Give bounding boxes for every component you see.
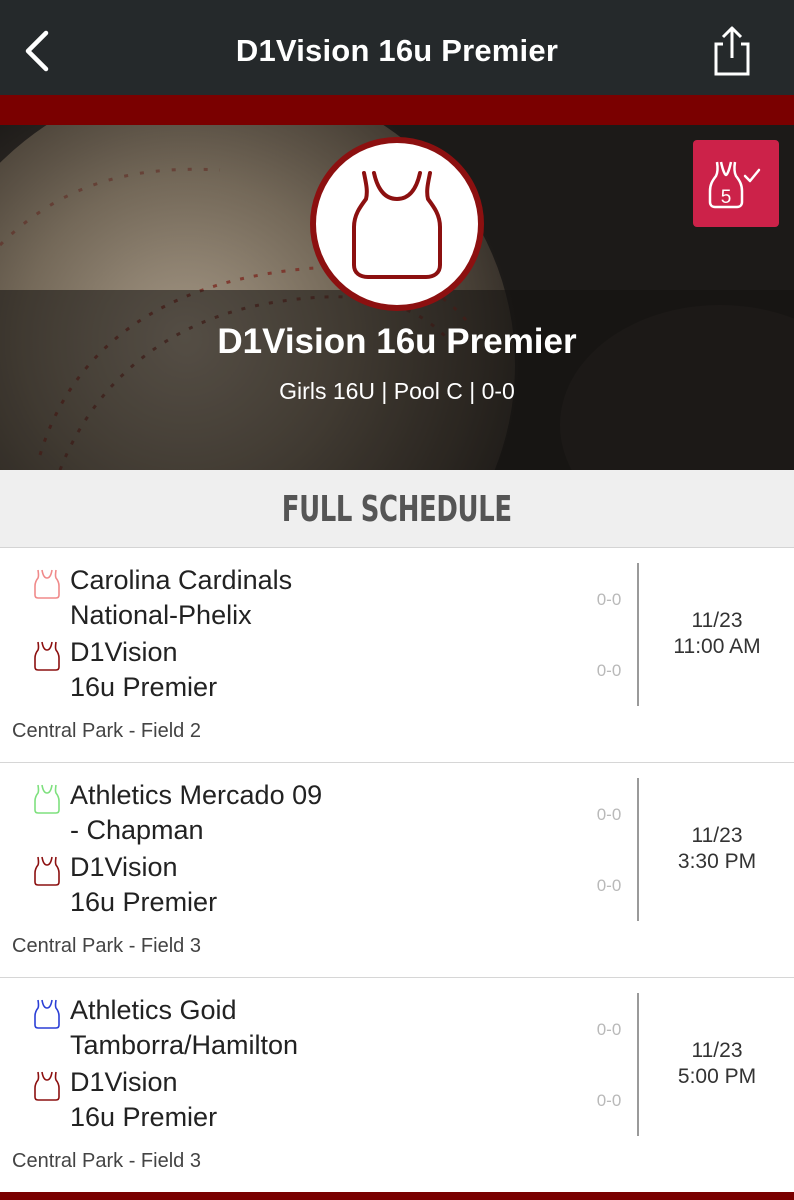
page-title: D1Vision 16u Premier [235, 33, 559, 68]
game-date: 11/23 [691, 609, 743, 632]
game-location: Central Park - Field 2 [12, 720, 201, 742]
team2-name-line2: 16u Premier [70, 887, 218, 917]
team1-score: 0-0 [596, 1020, 622, 1039]
team1-name-line1: Carolina Cardinals [70, 565, 293, 595]
schedule-header-label: FULL SCHEDULE [281, 489, 512, 530]
share-icon [714, 26, 750, 76]
game-divider [637, 778, 639, 921]
team2-jersey-icon [34, 1071, 60, 1101]
jersey-icon [352, 171, 442, 279]
game-location: Central Park - Field 3 [12, 935, 201, 957]
team-name: D1Vision 16u Premier [217, 322, 577, 361]
team2-score: 0-0 [596, 876, 622, 895]
team1-jersey-icon [34, 569, 60, 599]
team1-name-line1: Athletics Goid [70, 995, 237, 1025]
game-location: Central Park - Field 3 [12, 1150, 201, 1172]
team1-jersey-icon [34, 784, 60, 814]
game-date: 11/23 [691, 1039, 743, 1062]
game-date: 11/23 [691, 824, 743, 847]
game-row[interactable]: Carolina Cardinals National-Phelix D1Vis… [0, 548, 794, 763]
team1-name-line2: Tamborra/Hamilton [70, 1030, 299, 1060]
accent-bar [0, 95, 794, 125]
svg-text:5: 5 [721, 187, 732, 208]
jersey-five-check-icon: 5 [708, 161, 761, 209]
game-row[interactable]: Athletics Mercado 09 - Chapman D1Vision … [0, 763, 794, 978]
team2-jersey-icon [34, 856, 60, 886]
team1-score: 0-0 [596, 805, 622, 824]
team1-name-line2: National-Phelix [70, 600, 252, 630]
team1-name-line1: Athletics Mercado 09 [70, 780, 323, 810]
game-time: 11:00 AM [673, 635, 761, 658]
team1-score: 0-0 [596, 590, 622, 609]
team2-score: 0-0 [596, 1091, 622, 1110]
schedule-header: FULL SCHEDULE [0, 470, 794, 548]
nav-bar: D1Vision 16u Premier [0, 0, 794, 95]
game-time: 5:00 PM [677, 1065, 757, 1088]
follow-team-button[interactable]: 5 [693, 140, 779, 227]
team2-name-line1: D1Vision [70, 637, 178, 667]
bottom-accent-bar [0, 1192, 794, 1200]
team1-jersey-icon [34, 999, 60, 1029]
team2-jersey-icon [34, 641, 60, 671]
team1-name-line2: - Chapman [70, 815, 204, 845]
team-subtitle: Girls 16U | Pool C | 0-0 [279, 378, 515, 404]
game-row[interactable]: Athletics Goid Tamborra/Hamilton D1Visio… [0, 978, 794, 1193]
team2-name-line1: D1Vision [70, 852, 178, 882]
share-button[interactable] [708, 24, 756, 78]
game-divider [637, 563, 639, 706]
team2-name-line1: D1Vision [70, 1067, 178, 1097]
team2-name-line2: 16u Premier [70, 672, 218, 702]
team-logo [310, 137, 484, 311]
game-divider [637, 993, 639, 1136]
team2-name-line2: 16u Premier [70, 1102, 218, 1132]
team2-score: 0-0 [596, 661, 622, 680]
game-time: 3:30 PM [677, 850, 757, 873]
